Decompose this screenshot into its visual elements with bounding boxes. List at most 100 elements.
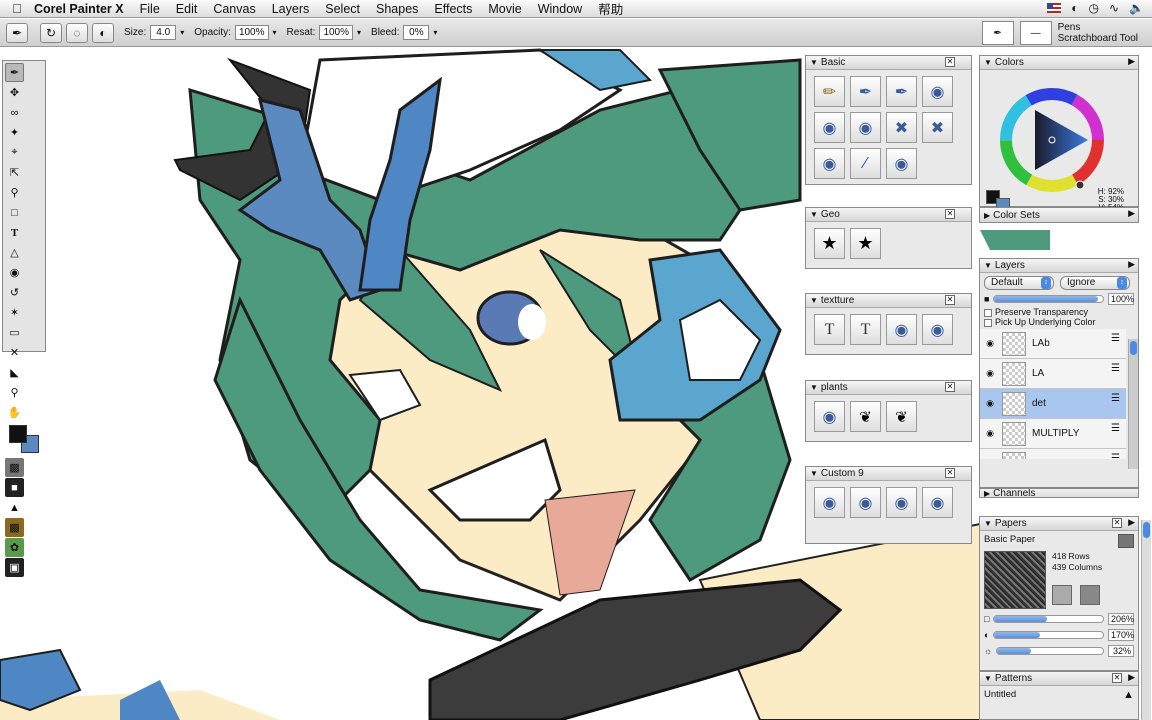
paper-brightness-field[interactable]: 32%	[1108, 645, 1134, 657]
wifi-icon[interactable]: ∿	[1109, 1, 1119, 15]
layer-row[interactable]: ◉ LAb ☰	[980, 329, 1126, 359]
eraser-tool-icon[interactable]: ▭	[5, 323, 24, 342]
close-icon[interactable]: ✕	[945, 382, 955, 392]
grabber-hand-icon[interactable]: ✋	[5, 403, 24, 422]
close-icon[interactable]: ✕	[945, 295, 955, 305]
menu-effects[interactable]: Effects	[434, 2, 472, 16]
text-tool-icon[interactable]: T	[5, 223, 24, 242]
brush-jar-icon[interactable]: ◉	[814, 148, 845, 179]
stroke-type-icon[interactable]: ◐	[92, 22, 114, 43]
expand-triangle-icon[interactable]: ▶	[984, 489, 990, 497]
make-paper-icon[interactable]	[1080, 585, 1100, 605]
star-shape-icon[interactable]: ★	[814, 228, 845, 259]
panel-menu-arrow-icon[interactable]: ▶	[1128, 56, 1135, 67]
menu-canvas[interactable]: Canvas	[213, 2, 255, 16]
preserve-transparency-checkbox[interactable]: Preserve Transparency	[984, 307, 1134, 317]
menu-help[interactable]: 帮助	[598, 0, 623, 18]
menu-shapes[interactable]: Shapes	[376, 2, 418, 16]
panel-menu-arrow-icon[interactable]: ▶	[1128, 517, 1135, 528]
magic-wand-icon[interactable]: ✦	[5, 123, 24, 142]
brush-jar-icon[interactable]: ◉	[922, 314, 953, 345]
brush-jar-icon[interactable]: ◉	[850, 487, 881, 518]
panel-menu-arrow-icon[interactable]: ▶	[1128, 208, 1135, 219]
panel-title-bar[interactable]: ▶ Channels	[980, 489, 1138, 497]
menu-layers[interactable]: Layers	[272, 2, 310, 16]
brush-jar-icon[interactable]: ◉	[814, 401, 845, 432]
brush-jar-icon[interactable]: ◉	[886, 314, 917, 345]
size-field[interactable]: 4.0	[150, 25, 177, 40]
pick-up-color-checkbox[interactable]: Pick Up Underlying Color	[984, 317, 1134, 327]
paint-bucket-icon[interactable]: ◣	[5, 363, 24, 382]
pen-brush-icon[interactable]: ✒	[850, 76, 881, 107]
panel-title-bar[interactable]: ▼ Colors ▶	[980, 56, 1138, 70]
panel-dock-scrollbar[interactable]	[1141, 520, 1151, 720]
panel-title-bar[interactable]: ▼ Layers ▶	[980, 259, 1138, 273]
dropper-tool-icon[interactable]: ◉	[5, 263, 24, 282]
magnifier-tool-icon[interactable]: ⚲	[5, 383, 24, 402]
input-source-flag-icon[interactable]	[1047, 3, 1062, 13]
paper-contrast-slider[interactable]	[993, 631, 1104, 639]
crop-tool-icon[interactable]: ⌖	[5, 143, 24, 162]
brush-variant-icon[interactable]: —	[1019, 21, 1052, 45]
resat-slider-arrow-icon[interactable]: ▾	[357, 28, 361, 37]
text-brush-icon[interactable]: T	[850, 314, 881, 345]
spotlight-menu-icon[interactable]: ◐	[1071, 1, 1078, 15]
paper-scale-slider[interactable]	[993, 615, 1104, 623]
pen-tool-icon[interactable]: ⚲	[5, 183, 24, 202]
look-selector-icon[interactable]: ▣	[5, 558, 24, 577]
paper-contrast-field[interactable]: 170%	[1108, 629, 1134, 641]
paper-name[interactable]: Basic Paper	[984, 534, 1035, 548]
panel-title-bar[interactable]: ▼ Custom 9 ✕	[806, 467, 971, 481]
brush-tool-icon[interactable]: ✒	[5, 63, 24, 82]
menu-movie[interactable]: Movie	[488, 2, 521, 16]
color-wheel[interactable]	[980, 70, 1140, 206]
collapse-triangle-icon[interactable]: ▼	[984, 261, 992, 270]
apple-menu-icon[interactable]: 	[0, 1, 34, 16]
scrollbar-thumb[interactable]	[1130, 341, 1137, 355]
panel-title-bar[interactable]: ▼ Basic ✕	[806, 56, 971, 70]
visibility-eye-icon[interactable]: ◉	[984, 338, 996, 349]
collapse-triangle-icon[interactable]: ▼	[810, 58, 818, 67]
layer-row[interactable]: ◉ LA ☰	[980, 359, 1126, 389]
menu-file[interactable]: File	[140, 2, 160, 16]
visibility-eye-icon[interactable]: ◉	[984, 398, 996, 409]
brush-jar-icon[interactable]: ◉	[814, 112, 845, 143]
collapse-triangle-icon[interactable]: ▼	[984, 58, 992, 67]
gradient-selector-icon[interactable]: ■	[5, 478, 24, 497]
panel-title-bar[interactable]: ▼ plants ✕	[806, 381, 971, 395]
collapse-triangle-icon[interactable]: ▼	[810, 469, 818, 478]
pen-brush-icon[interactable]: ✒	[886, 76, 917, 107]
invert-paper-icon[interactable]	[1052, 585, 1072, 605]
bleed-slider-arrow-icon[interactable]: ▾	[433, 28, 437, 37]
brush-jar-icon[interactable]: ◉	[850, 112, 881, 143]
collapse-triangle-icon[interactable]: ▼	[984, 519, 992, 528]
layer-opacity-field[interactable]: 100%	[1108, 293, 1134, 305]
close-icon[interactable]: ✕	[945, 468, 955, 478]
collapse-triangle-icon[interactable]: ▼	[810, 296, 818, 305]
panel-title-bar[interactable]: ▶ Color Sets ▶	[980, 208, 1138, 222]
layer-row[interactable]: ◉ C3 ☰	[980, 449, 1126, 459]
scrollbar-thumb[interactable]	[1143, 522, 1150, 538]
text-brush-icon[interactable]: T	[814, 314, 845, 345]
brush-jar-icon[interactable]: ◉	[814, 487, 845, 518]
visibility-eye-icon[interactable]: ◉	[984, 428, 996, 439]
expand-triangle-icon[interactable]: ▶	[984, 211, 990, 220]
opacity-field[interactable]: 100%	[234, 25, 269, 40]
paper-selector-icon[interactable]: ▩	[5, 458, 24, 477]
panel-menu-arrow-icon[interactable]: ▶	[1128, 672, 1135, 683]
close-icon[interactable]: ✕	[945, 57, 955, 67]
rotate-tool-icon[interactable]: ↺	[5, 283, 24, 302]
close-icon[interactable]: ✕	[945, 209, 955, 219]
leaf-brush-icon[interactable]: ❦	[850, 401, 881, 432]
rectangle-tool-icon[interactable]: □	[5, 203, 24, 222]
pattern-swatch-icon[interactable]: ▲	[1123, 689, 1134, 701]
panel-menu-arrow-icon[interactable]: ▶	[1128, 259, 1135, 270]
pencil-brush-icon[interactable]: ✏	[814, 76, 845, 107]
nozzle-selector-icon[interactable]: ✿	[5, 538, 24, 557]
layer-row[interactable]: ◉ MULTIPLY ☰	[980, 419, 1126, 449]
brush-jar-icon[interactable]: ◉	[922, 487, 953, 518]
move-tool-icon[interactable]: ✥	[5, 83, 24, 102]
crossed-pen-icon[interactable]: ✖	[922, 112, 953, 143]
lasso-tool-icon[interactable]: ∞	[5, 103, 24, 122]
menu-select[interactable]: Select	[325, 2, 360, 16]
